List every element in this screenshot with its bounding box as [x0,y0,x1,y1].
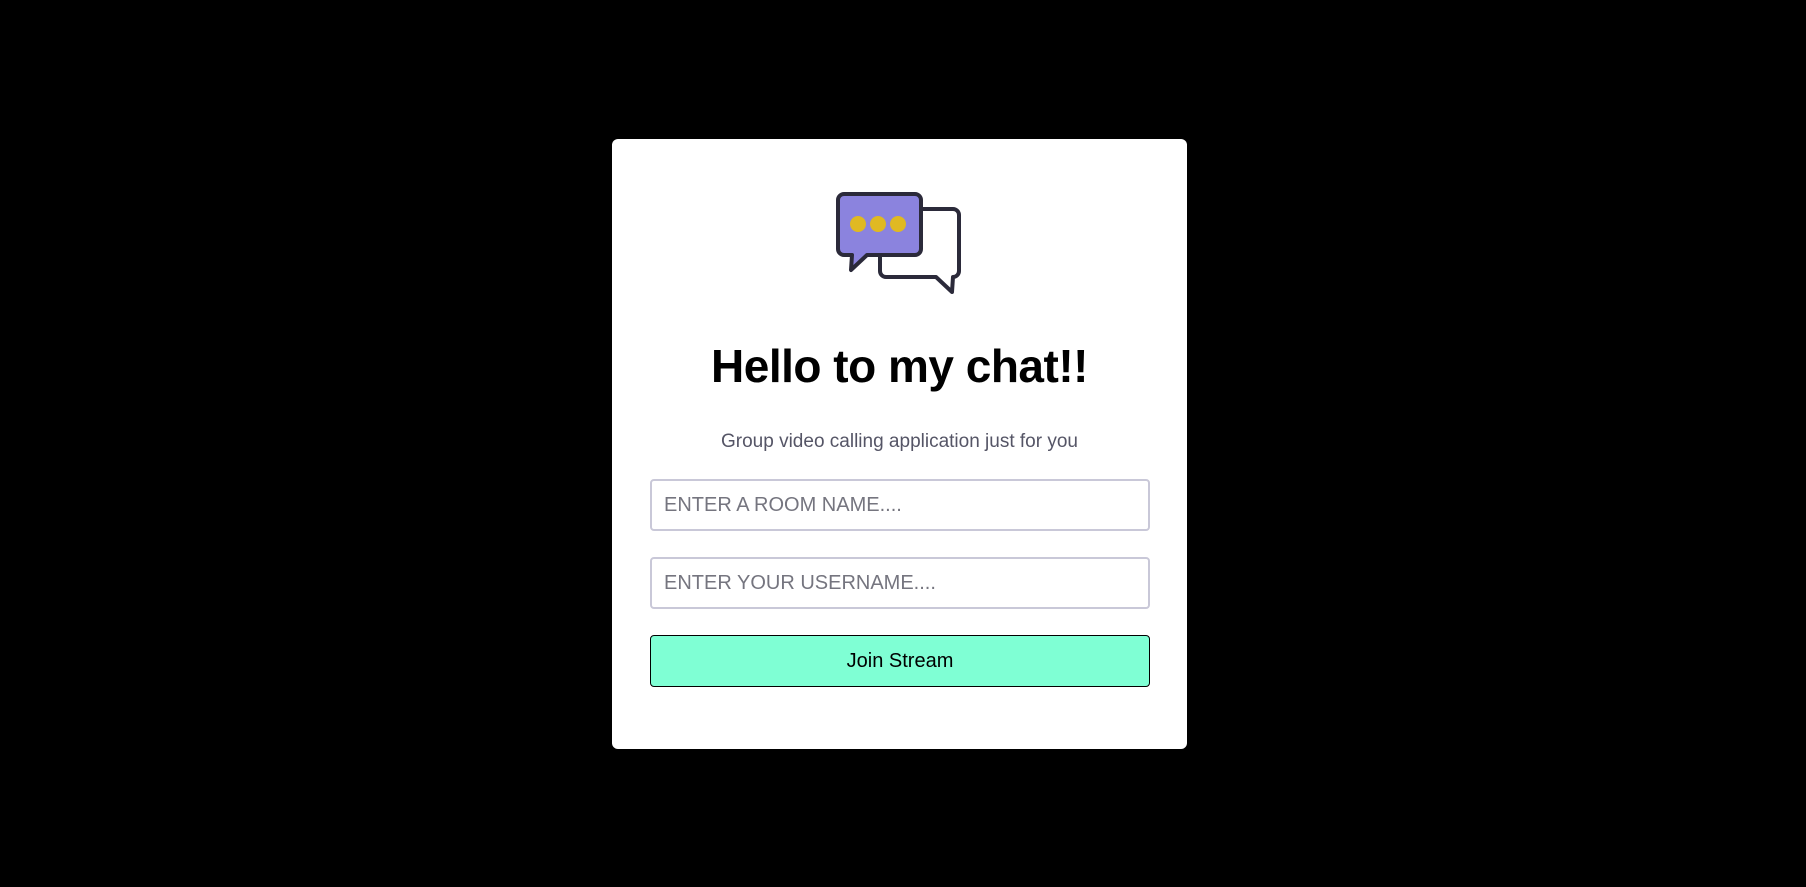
page-title: Hello to my chat!! [711,340,1088,392]
typing-dot-1 [850,216,866,232]
chat-bubbles-icon [836,192,961,294]
join-stream-button[interactable]: Join Stream [650,635,1150,687]
typing-dot-2 [870,216,886,232]
room-name-input[interactable] [650,479,1150,531]
typing-dot-3 [890,216,906,232]
page-subtitle: Group video calling application just for… [721,431,1078,452]
username-input[interactable] [650,557,1150,609]
login-card: Hello to my chat!! Group video calling a… [612,139,1187,749]
